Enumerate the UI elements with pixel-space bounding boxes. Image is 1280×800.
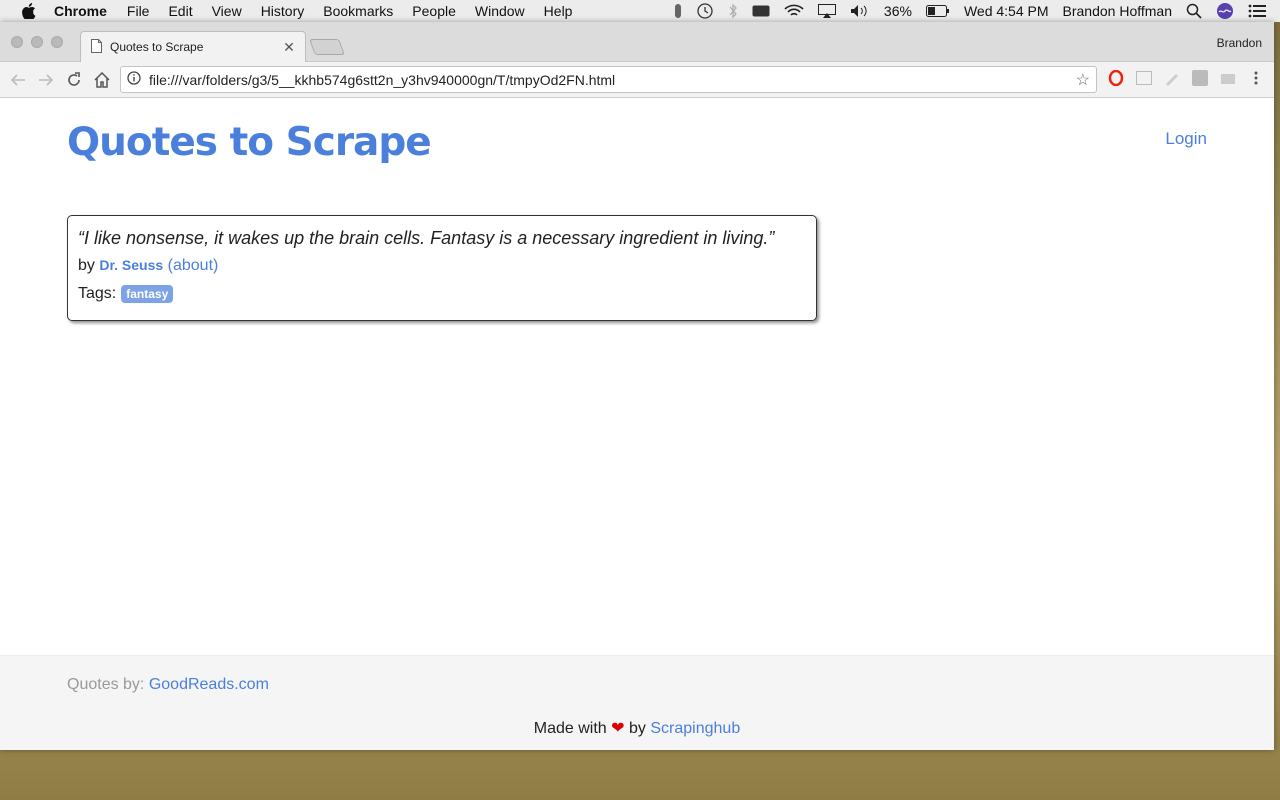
credit-prefix: Quotes by: [67, 676, 145, 693]
wifi-icon[interactable] [784, 4, 804, 18]
author-name: Dr. Seuss [99, 257, 164, 273]
reload-icon[interactable] [60, 66, 88, 94]
battery-icon[interactable] [925, 5, 950, 17]
desktop-wallpaper [0, 750, 1280, 800]
close-window-button[interactable] [11, 36, 23, 48]
apple-menu-icon[interactable] [20, 2, 38, 20]
close-tab-icon[interactable]: ✕ [279, 39, 299, 56]
microphone-icon[interactable] [674, 4, 682, 18]
bookmark-star-icon[interactable]: ☆ [1076, 70, 1090, 90]
clock[interactable]: Wed 4:54 PM [964, 3, 1049, 19]
k-extension-icon[interactable] [1191, 69, 1209, 87]
menu-edit[interactable]: Edit [168, 3, 192, 19]
window-controls [11, 36, 71, 48]
about-link[interactable]: (about) [168, 257, 219, 274]
mail-extension-icon[interactable] [1219, 69, 1237, 87]
tab-strip: Quotes to Scrape ✕ Brandon [0, 22, 1274, 62]
pen-extension-icon[interactable] [1163, 69, 1181, 87]
address-bar[interactable]: file:///var/folders/g3/5__kkhb574g6stt2n… [120, 66, 1097, 93]
minimize-window-button[interactable] [31, 36, 43, 48]
by-label: by [78, 257, 95, 274]
menu-app-chrome[interactable]: Chrome [54, 3, 107, 19]
menu-file[interactable]: File [127, 3, 150, 19]
zoom-window-button[interactable] [51, 36, 63, 48]
menu-people[interactable]: People [412, 3, 456, 19]
notification-center-icon[interactable] [1248, 4, 1266, 18]
forward-arrow-icon[interactable] [32, 66, 60, 94]
menu-view[interactable]: View [212, 3, 242, 19]
keyboard-icon[interactable] [752, 4, 770, 18]
made-by-label: by [629, 720, 646, 737]
battery-percent: 36% [883, 3, 912, 19]
chrome-menu-icon[interactable] [1247, 69, 1265, 87]
footer: Quotes by: GoodReads.com Made with ❤ by … [0, 655, 1274, 750]
heart-icon: ❤ [611, 720, 625, 737]
bluetooth-icon[interactable] [728, 3, 738, 19]
site-title[interactable]: Quotes to Scrape [67, 120, 432, 165]
menu-bar: Chrome File Edit View History Bookmarks … [0, 0, 1280, 22]
quote-card: “I like nonsense, it wakes up the brain … [67, 215, 817, 321]
menu-bookmarks[interactable]: Bookmarks [323, 3, 393, 19]
browser-toolbar: file:///var/folders/g3/5__kkhb574g6stt2n… [0, 62, 1274, 98]
menu-window[interactable]: Window [475, 3, 525, 19]
footer-credit: Quotes by: GoodReads.com [67, 676, 269, 694]
time-machine-icon[interactable] [696, 3, 714, 19]
spotlight-search-icon[interactable] [1186, 3, 1202, 19]
back-arrow-icon[interactable] [4, 66, 32, 94]
profile-name[interactable]: Brandon [1217, 36, 1262, 50]
opera-extension-icon[interactable] [1107, 69, 1125, 87]
made-with-label: Made with [533, 720, 607, 737]
url-text[interactable]: file:///var/folders/g3/5__kkhb574g6stt2n… [149, 72, 615, 88]
browser-window: Quotes to Scrape ✕ Brandon file:///var/f… [0, 22, 1274, 750]
goodreads-link[interactable]: GoodReads.com [149, 676, 269, 693]
home-icon[interactable] [88, 66, 116, 94]
scrapinghub-link[interactable]: Scrapinghub [650, 720, 740, 737]
login-link[interactable]: Login [1165, 129, 1207, 149]
user-name[interactable]: Brandon Hoffman [1063, 3, 1172, 19]
quote-byline: by Dr. Seuss (about) [78, 257, 806, 275]
info-icon[interactable] [127, 71, 141, 88]
menu-help[interactable]: Help [544, 3, 573, 19]
siri-icon[interactable] [1216, 2, 1234, 20]
extensions-area [1107, 69, 1275, 87]
quote-text: “I like nonsense, it wakes up the brain … [78, 228, 775, 248]
tags-label: Tags: [78, 285, 117, 302]
tag-fantasy[interactable]: fantasy [121, 285, 174, 303]
volume-icon[interactable] [850, 4, 870, 18]
footer-made-with: Made with ❤ by Scrapinghub [0, 718, 1274, 738]
web-page: Quotes to Scrape Login “I like nonsense,… [0, 98, 1274, 750]
airplay-icon[interactable] [817, 4, 836, 18]
tab-quotes-to-scrape[interactable]: Quotes to Scrape ✕ [80, 31, 306, 62]
css-extension-icon[interactable] [1135, 69, 1153, 87]
tab-title: Quotes to Scrape [110, 40, 204, 54]
menu-history[interactable]: History [261, 3, 305, 19]
new-tab-button[interactable] [309, 39, 345, 55]
tags-row: Tags: fantasy [78, 285, 806, 303]
document-icon [91, 38, 102, 56]
